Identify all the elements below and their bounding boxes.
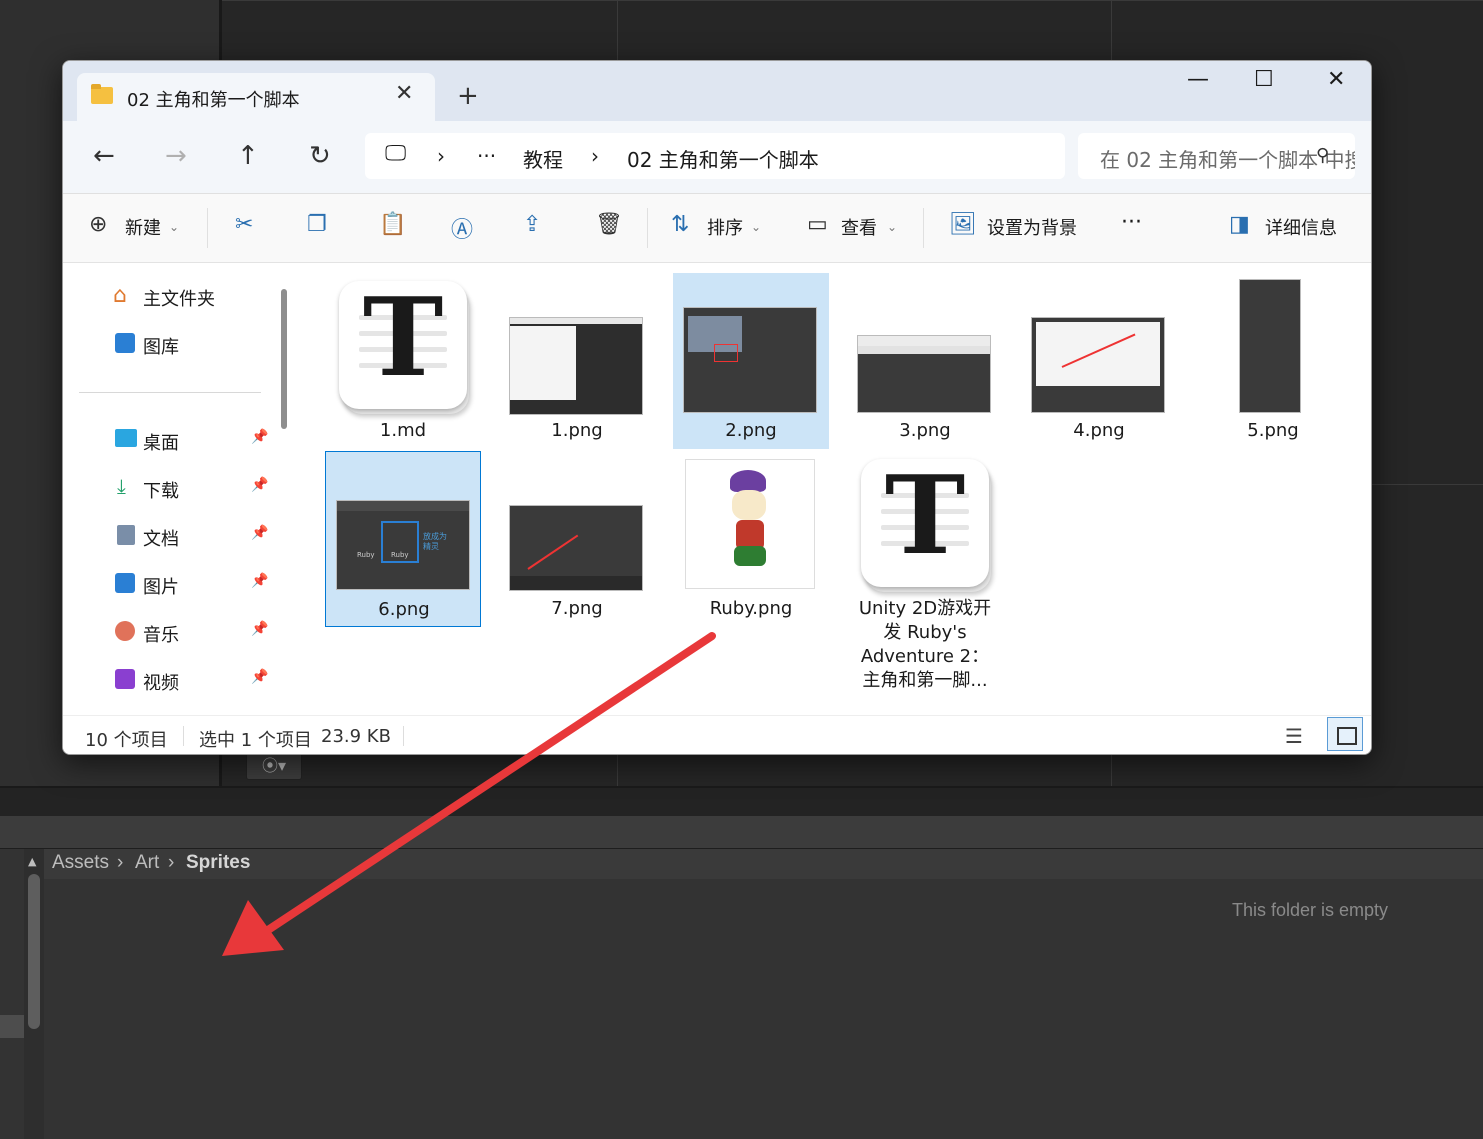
annotation-arrow [222,632,716,956]
arrow-shaft [258,632,716,938]
